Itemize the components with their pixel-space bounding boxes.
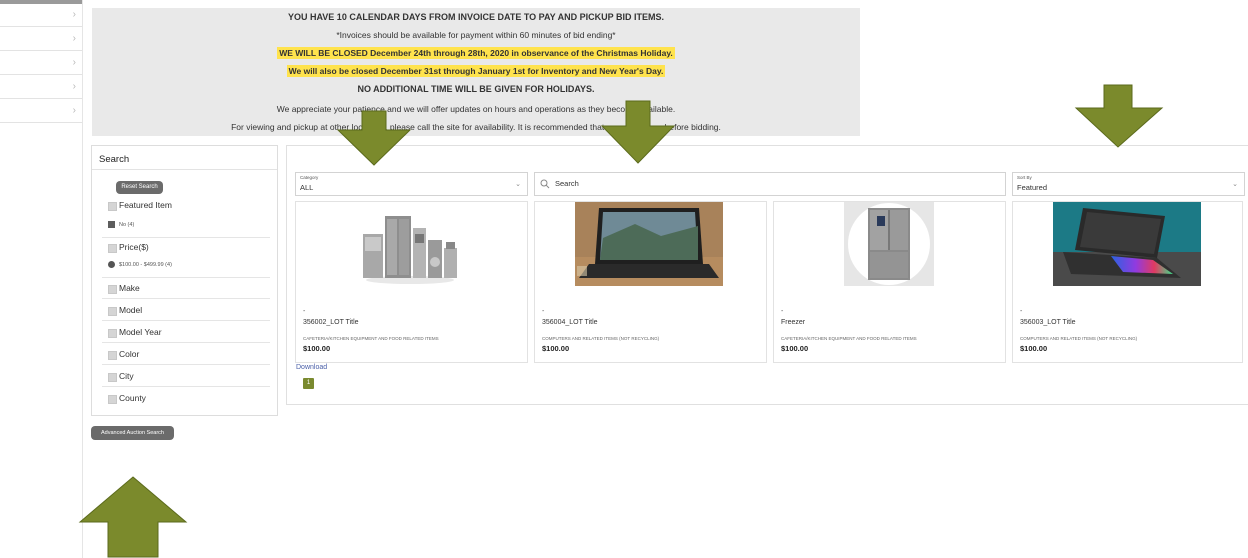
category-value: ALL <box>300 183 314 192</box>
county-filter-label: County <box>119 393 146 403</box>
left-nav: › › › › › <box>0 0 83 558</box>
left-nav-item[interactable]: › <box>0 52 82 75</box>
card-category: COMPUTERS AND RELATED ITEMS (NOT RECYCLI… <box>1020 336 1138 341</box>
card-dash: - <box>542 308 545 315</box>
pagination-page-button[interactable]: 1 <box>303 378 314 389</box>
card-category: CAFETERIA/KITCHEN EQUIPMENT AND FOOD REL… <box>781 336 917 341</box>
sort-label: Sort By <box>1017 175 1032 180</box>
down-arrow-icon <box>336 110 412 166</box>
make-checkbox[interactable] <box>108 285 117 294</box>
down-arrow-icon <box>600 100 676 164</box>
search-input[interactable]: Search <box>534 172 1006 196</box>
notice-line: For viewing and pickup at other location… <box>231 122 721 132</box>
freezer-image[interactable] <box>844 202 934 286</box>
filter-divider <box>102 386 270 387</box>
chevron-right-icon: › <box>72 81 76 92</box>
county-checkbox[interactable] <box>108 395 117 404</box>
reset-search-button[interactable]: Reset Search <box>116 181 163 194</box>
filter-divider <box>102 342 270 343</box>
category-dropdown[interactable]: Category ALL ⌄ <box>295 172 528 196</box>
notice-line: YOU HAVE 10 CALENDAR DAYS FROM INVOICE D… <box>287 12 665 22</box>
product-card[interactable]: - 356003_LOT Title COMPUTERS AND RELATED… <box>1012 201 1243 363</box>
featured-option-label: No (4) <box>119 222 135 228</box>
down-arrow-icon <box>1074 84 1164 148</box>
sidebar-title: Search <box>99 154 130 165</box>
left-nav-item[interactable]: › <box>0 76 82 99</box>
price-filter-label: Price($) <box>119 242 149 252</box>
left-nav-item[interactable]: › <box>0 100 82 123</box>
chevron-down-icon: ⌄ <box>1232 181 1238 188</box>
category-label: Category <box>300 175 319 180</box>
card-category: CAFETERIA/KITCHEN EQUIPMENT AND FOOD REL… <box>303 336 439 341</box>
laptop-image[interactable] <box>1053 202 1201 286</box>
chevron-right-icon: › <box>72 105 76 116</box>
model-checkbox[interactable] <box>108 307 117 316</box>
featured-option-checkbox[interactable] <box>108 221 115 228</box>
card-dash: - <box>303 308 306 315</box>
notice-line: WE WILL BE CLOSED December 24th through … <box>92 46 860 60</box>
filter-divider <box>102 364 270 365</box>
filter-divider <box>102 237 270 238</box>
chevron-right-icon: › <box>72 33 76 44</box>
featured-checkbox[interactable] <box>108 202 117 211</box>
notice-line: *Invoices should be available for paymen… <box>336 30 616 40</box>
model-year-filter-label: Model Year <box>119 327 162 337</box>
price-option-radio[interactable] <box>108 261 115 268</box>
kitchen-appliances-image[interactable] <box>361 206 459 286</box>
card-price: $100.00 <box>781 344 809 353</box>
chevron-right-icon: › <box>72 9 76 20</box>
card-price: $100.00 <box>1020 344 1048 353</box>
card-title[interactable]: 356004_LOT Title <box>542 319 598 326</box>
card-price: $100.00 <box>542 344 570 353</box>
card-dash: - <box>781 308 784 315</box>
card-title[interactable]: Freezer <box>781 319 805 326</box>
filter-divider <box>102 298 270 299</box>
search-icon <box>540 179 550 189</box>
laptop-image[interactable] <box>575 202 723 286</box>
filter-divider <box>102 277 270 278</box>
product-card[interactable]: - 356004_LOT Title COMPUTERS AND RELATED… <box>534 201 767 363</box>
model-year-checkbox[interactable] <box>108 329 117 338</box>
card-title[interactable]: 356003_LOT Title <box>1020 319 1076 326</box>
left-nav-item[interactable]: › <box>0 4 82 27</box>
city-filter-label: City <box>119 371 134 381</box>
download-link[interactable]: Download <box>296 364 327 371</box>
notice-banner: YOU HAVE 10 CALENDAR DAYS FROM INVOICE D… <box>92 8 860 136</box>
advanced-auction-search-button[interactable]: Advanced Auction Search <box>91 426 174 440</box>
search-placeholder: Search <box>555 179 579 188</box>
city-checkbox[interactable] <box>108 373 117 382</box>
chevron-down-icon: ⌄ <box>515 181 521 188</box>
chevron-right-icon: › <box>72 57 76 68</box>
up-arrow-icon <box>78 476 188 558</box>
featured-filter-label: Featured Item <box>119 200 172 210</box>
search-sidebar: Search Reset Search Featured Item No (4)… <box>91 145 278 416</box>
make-filter-label: Make <box>119 283 140 293</box>
notice-highlight: WE WILL BE CLOSED December 24th through … <box>277 47 675 59</box>
notice-line: We appreciate your patience and we will … <box>276 104 676 114</box>
sort-dropdown[interactable]: Sort By Featured ⌄ <box>1012 172 1245 196</box>
color-checkbox[interactable] <box>108 351 117 360</box>
product-card[interactable]: - Freezer CAFETERIA/KITCHEN EQUIPMENT AN… <box>773 201 1006 363</box>
notice-highlight: We will also be closed December 31st thr… <box>286 65 666 77</box>
notice-line: NO ADDITIONAL TIME WILL BE GIVEN FOR HOL… <box>357 84 595 94</box>
card-title[interactable]: 356002_LOT Title <box>303 319 359 326</box>
notice-line: We will also be closed December 31st thr… <box>92 64 860 78</box>
price-option-label: $100.00 - $499.99 (4) <box>119 262 172 268</box>
color-filter-label: Color <box>119 349 140 359</box>
left-nav-item[interactable]: › <box>0 28 82 51</box>
sort-value: Featured <box>1017 183 1048 192</box>
price-checkbox[interactable] <box>108 244 117 253</box>
card-dash: - <box>1020 308 1023 315</box>
sidebar-divider <box>92 169 277 170</box>
product-card[interactable]: - 356002_LOT Title CAFETERIA/KITCHEN EQU… <box>295 201 528 363</box>
card-price: $100.00 <box>303 344 331 353</box>
card-category: COMPUTERS AND RELATED ITEMS (NOT RECYCLI… <box>542 336 660 341</box>
model-filter-label: Model <box>119 305 143 315</box>
filter-divider <box>102 320 270 321</box>
